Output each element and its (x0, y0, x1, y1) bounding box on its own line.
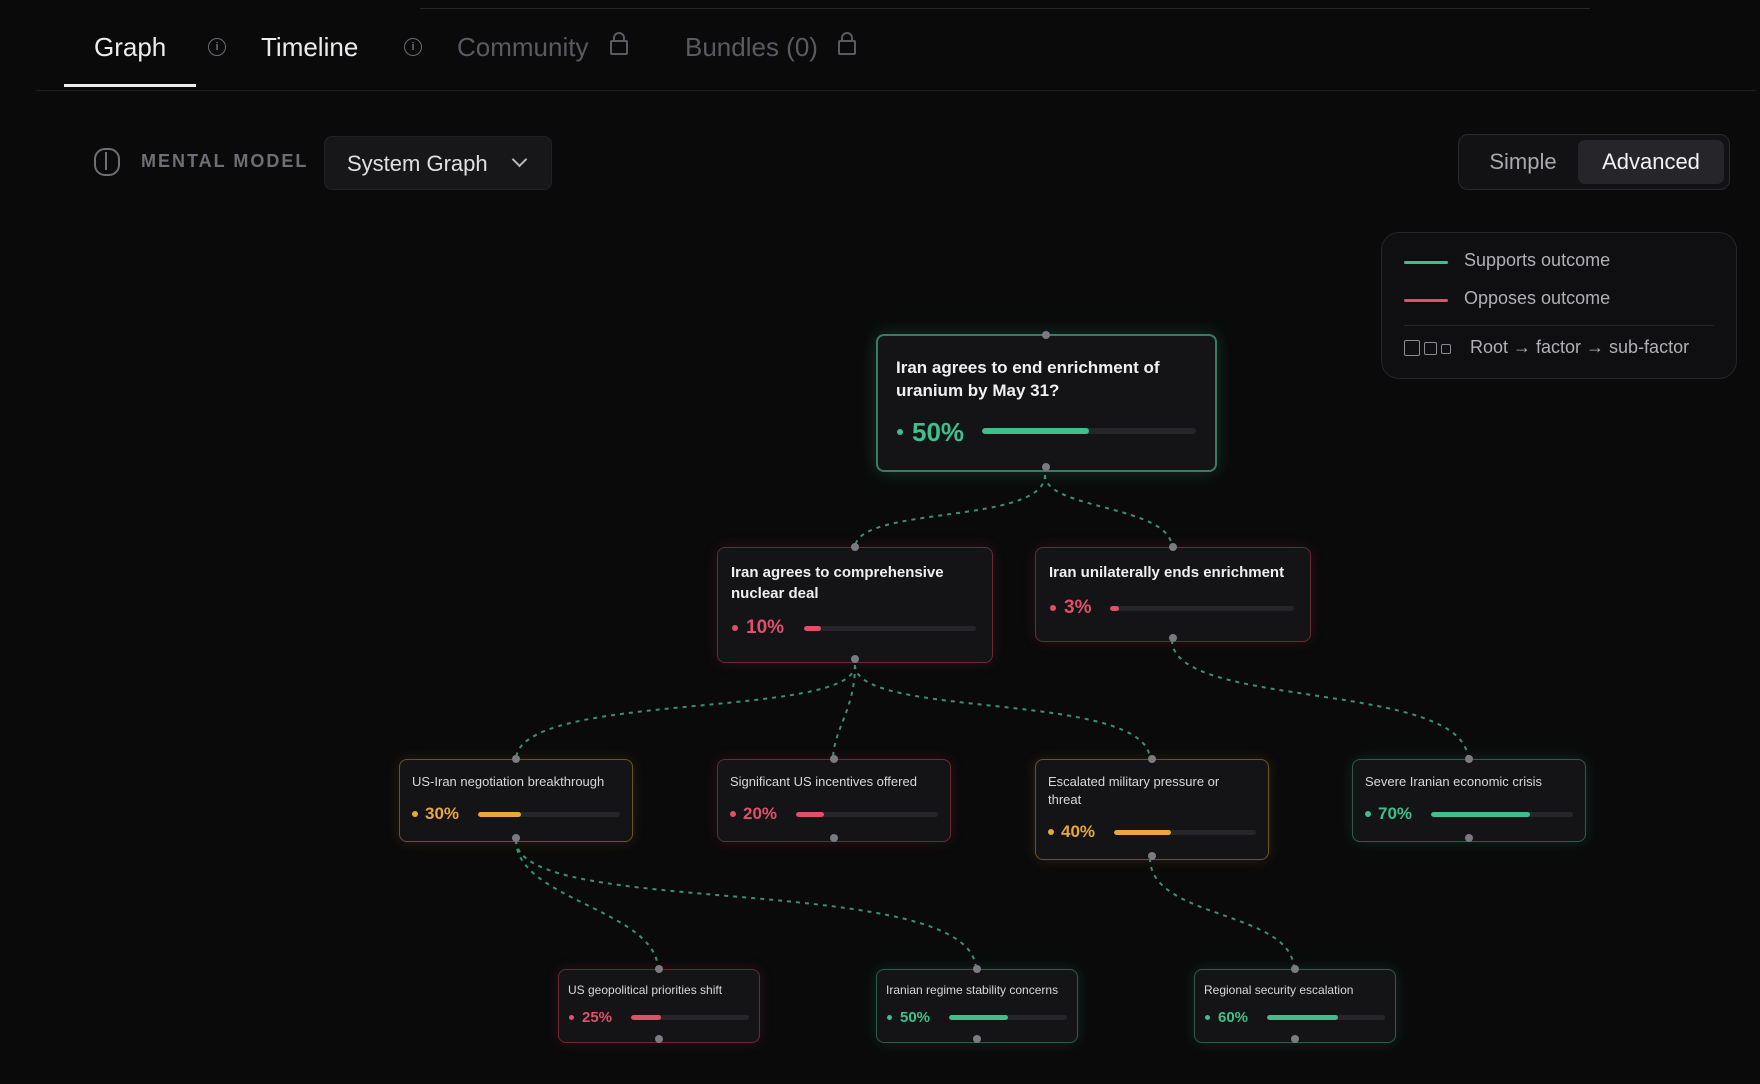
factor-node-deal-bar (804, 626, 976, 631)
factor-node-deal-pct: 10% (746, 617, 785, 638)
leaf-node-regional-pct: 60% (1218, 1009, 1249, 1026)
link-deal-military (854, 664, 1151, 761)
subfactor-node-military-bar (1114, 830, 1256, 835)
leaf-node-stability-bottom-port (973, 1035, 981, 1043)
subfactor-node-military-bar-fill (1114, 830, 1171, 835)
leaf-node-stability-pct: 50% (900, 1009, 931, 1026)
leaf-node-regional-bottom-port (1291, 1035, 1299, 1043)
leaf-node-regional-dot (1205, 1015, 1210, 1020)
factor-node-deal-bar-fill (804, 626, 822, 631)
leaf-node-priorities-bottom-port (655, 1035, 663, 1043)
subfactor-node-negotiation-pct: 30% (425, 804, 460, 823)
subfactor-node-military-dot (1048, 829, 1054, 835)
leaf-node-priorities-pct: 25% (582, 1009, 613, 1026)
subfactor-node-negotiation-top-port (512, 755, 520, 763)
leaf-node-stability-dot (887, 1015, 892, 1020)
subfactor-node-incentives[interactable]: Significant US incentives offered 20% (717, 755, 951, 842)
subfactor-node-incentives-dot (730, 811, 736, 817)
subfactor-node-military[interactable]: Escalated military pressure or threat 40… (1035, 755, 1269, 860)
subfactor-node-incentives-bar-fill (796, 812, 825, 817)
graph-links (515, 474, 1469, 971)
factor-node-deal[interactable]: Iran agrees to comprehensive nuclear dea… (717, 543, 993, 663)
leaf-node-priorities[interactable]: US geopolitical priorities shift 25% (558, 965, 760, 1043)
factor-node-unilateral-top-port (1169, 543, 1177, 551)
factor-node-unilateral-pct: 3% (1064, 597, 1092, 618)
leaf-node-regional-bar (1267, 1015, 1385, 1020)
link-deal-negotiation (515, 664, 856, 761)
subfactor-node-economic[interactable]: Severe Iranian economic crisis 70% (1352, 755, 1586, 842)
leaf-node-priorities-bar-fill (631, 1015, 661, 1020)
root-node-dot (897, 429, 903, 435)
leaf-node-priorities-dot (569, 1015, 574, 1020)
leaf-node-stability-bar (949, 1015, 1067, 1020)
factor-node-deal-title: Iran agrees to comprehensive nuclear dea… (731, 564, 944, 602)
root-node-top-port (1042, 331, 1050, 339)
leaf-node-stability[interactable]: Iranian regime stability concerns 50% (876, 965, 1078, 1043)
leaf-node-stability-title: Iranian regime stability concerns (886, 983, 1059, 997)
leaf-node-priorities-title: US geopolitical priorities shift (568, 983, 723, 997)
factor-node-unilateral-dot (1050, 605, 1056, 611)
factor-node-unilateral-bar (1110, 606, 1294, 611)
factor-node-deal-bottom-port (851, 655, 859, 663)
leaf-node-regional-title: Regional security escalation (1204, 983, 1354, 997)
subfactor-node-incentives-bottom-port (830, 834, 838, 842)
subfactor-node-economic-top-port (1465, 755, 1473, 763)
link-root-unilateral (1044, 474, 1173, 549)
leaf-node-regional-bar-fill (1267, 1015, 1338, 1020)
link-root-deal (854, 474, 1046, 549)
root-node-bar (982, 428, 1196, 434)
root-node-pct: 50% (912, 417, 965, 447)
root-node-title: Iran agrees to end enrichment of uranium… (896, 358, 1160, 400)
factor-node-unilateral-title: Iran unilaterally ends enrichment (1049, 564, 1285, 581)
root-node-bar-fill (982, 428, 1089, 434)
link-negotiation-priorities (515, 839, 659, 971)
subfactor-node-negotiation-title: US-Iran negotiation breakthrough (412, 774, 605, 789)
subfactor-node-negotiation-bar (478, 812, 620, 817)
subfactor-node-economic-bottom-port (1465, 834, 1473, 842)
subfactor-node-economic-pct: 70% (1378, 804, 1413, 823)
subfactor-node-negotiation[interactable]: US-Iran negotiation breakthrough 30% (399, 755, 633, 842)
subfactor-node-military-top-port (1148, 755, 1156, 763)
leaf-node-stability-top-port (973, 965, 981, 973)
subfactor-node-negotiation-dot (412, 811, 418, 817)
link-unilateral-economic (1171, 639, 1469, 761)
subfactor-node-economic-title: Severe Iranian economic crisis (1365, 774, 1543, 789)
factor-node-unilateral-bottom-port (1169, 634, 1177, 642)
subfactor-node-incentives-top-port (830, 755, 838, 763)
subfactor-node-economic-bar (1431, 812, 1573, 817)
factor-node-unilateral[interactable]: Iran unilaterally ends enrichment 3% (1035, 543, 1311, 642)
leaf-node-regional-top-port (1291, 965, 1299, 973)
subfactor-node-incentives-title: Significant US incentives offered (730, 774, 917, 789)
subfactor-node-military-pct: 40% (1061, 822, 1096, 841)
leaf-node-stability-bar-fill (949, 1015, 1008, 1020)
subfactor-node-incentives-pct: 20% (743, 804, 778, 823)
root-node-bottom-port (1042, 463, 1050, 471)
leaf-node-priorities-bar (631, 1015, 749, 1020)
leaf-node-regional[interactable]: Regional security escalation 60% (1194, 965, 1396, 1043)
leaf-node-priorities-top-port (655, 965, 663, 973)
link-military-regional (1149, 857, 1295, 971)
subfactor-node-military-title: Escalated military pressure or threat (1048, 774, 1220, 807)
subfactor-node-incentives-bar (796, 812, 938, 817)
subfactor-node-economic-bar-fill (1431, 812, 1531, 817)
factor-node-deal-top-port (851, 543, 859, 551)
subfactor-node-economic-dot (1365, 811, 1371, 817)
subfactor-node-military-bottom-port (1148, 852, 1156, 860)
root-node[interactable]: Iran agrees to end enrichment of uranium… (876, 331, 1217, 472)
factor-node-deal-dot (732, 625, 738, 631)
subfactor-node-negotiation-bottom-port (512, 834, 520, 842)
subfactor-node-negotiation-bar-fill (478, 812, 521, 817)
factor-node-unilateral-bar-fill (1110, 606, 1120, 611)
